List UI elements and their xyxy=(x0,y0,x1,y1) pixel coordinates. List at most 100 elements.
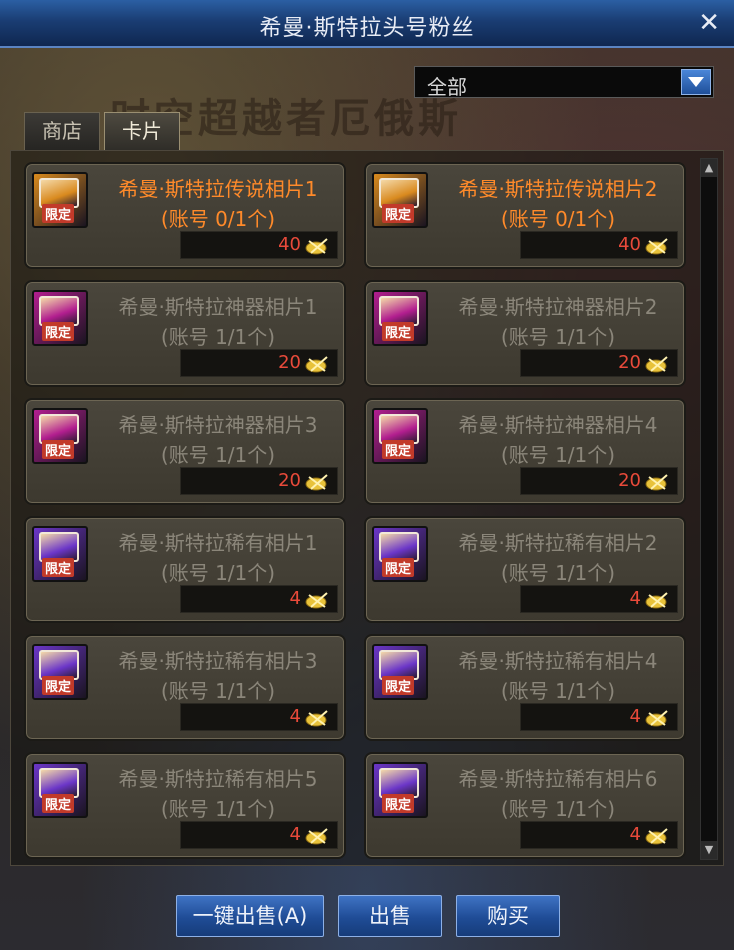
sell-button[interactable]: 出售 xyxy=(338,895,442,937)
item-purchase-limit: (账号 1/1个) xyxy=(500,325,616,349)
item-price: 4 xyxy=(289,588,301,609)
item-title: 希曼·斯特拉神器相片4 xyxy=(458,413,658,437)
item-purchase-limit: (账号 1/1个) xyxy=(500,561,616,585)
limited-badge: 限定 xyxy=(382,558,415,577)
item-price: 20 xyxy=(278,470,301,491)
item-price: 4 xyxy=(629,824,641,845)
shop-item-card[interactable]: 限定 希曼·斯特拉稀有相片3 (账号 1/1个) 4 xyxy=(24,634,346,741)
photo-card-icon: 限定 xyxy=(32,644,88,700)
item-title: 希曼·斯特拉稀有相片6 xyxy=(458,767,658,791)
item-price: 40 xyxy=(618,234,641,255)
item-price: 4 xyxy=(629,706,641,727)
item-name: 希曼·斯特拉神器相片4 (账号 1/1个) xyxy=(436,410,680,470)
limited-badge: 限定 xyxy=(42,440,75,459)
scroll-down-arrow-icon[interactable]: ▼ xyxy=(701,841,717,859)
tab-card[interactable]: 卡片 xyxy=(104,112,180,150)
limited-badge: 限定 xyxy=(382,440,415,459)
scrollbar[interactable]: ▲ ▼ xyxy=(700,158,718,860)
currency-coin-icon xyxy=(645,828,668,845)
photo-card-icon: 限定 xyxy=(372,526,428,582)
shop-item-card[interactable]: 限定 希曼·斯特拉稀有相片1 (账号 1/1个) 4 xyxy=(24,516,346,623)
limited-badge: 限定 xyxy=(382,204,415,223)
photo-card-icon: 限定 xyxy=(372,408,428,464)
item-purchase-limit: (账号 1/1个) xyxy=(500,679,616,703)
item-name: 希曼·斯特拉神器相片1 (账号 1/1个) xyxy=(96,292,340,352)
currency-coin-icon xyxy=(305,238,328,255)
item-purchase-limit: (账号 1/1个) xyxy=(160,797,276,821)
photo-card-icon: 限定 xyxy=(32,172,88,228)
shop-item-card[interactable]: 限定 希曼·斯特拉稀有相片5 (账号 1/1个) 4 xyxy=(24,752,346,859)
photo-card-icon: 限定 xyxy=(372,290,428,346)
item-price: 4 xyxy=(629,588,641,609)
buy-button[interactable]: 购买 xyxy=(456,895,560,937)
item-name: 希曼·斯特拉稀有相片6 (账号 1/1个) xyxy=(436,764,680,824)
scroll-up-arrow-icon[interactable]: ▲ xyxy=(701,159,717,177)
shop-item-card[interactable]: 限定 希曼·斯特拉传说相片2 (账号 0/1个) 40 xyxy=(364,162,686,269)
currency-coin-icon xyxy=(645,356,668,373)
limited-badge: 限定 xyxy=(42,558,75,577)
item-name: 希曼·斯特拉传说相片1 (账号 0/1个) xyxy=(96,174,340,234)
price-box: 4 xyxy=(520,703,678,731)
limited-badge: 限定 xyxy=(382,794,415,813)
close-icon[interactable]: ✕ xyxy=(698,8,720,38)
shop-item-card[interactable]: 限定 希曼·斯特拉神器相片4 (账号 1/1个) 20 xyxy=(364,398,686,505)
currency-coin-icon xyxy=(305,710,328,727)
item-purchase-limit: (账号 1/1个) xyxy=(500,797,616,821)
item-title: 希曼·斯特拉稀有相片3 xyxy=(118,649,318,673)
item-price: 20 xyxy=(618,352,641,373)
shop-item-card[interactable]: 限定 希曼·斯特拉神器相片1 (账号 1/1个) 20 xyxy=(24,280,346,387)
item-title: 希曼·斯特拉传说相片1 xyxy=(118,177,318,201)
limited-badge: 限定 xyxy=(42,322,75,341)
item-price: 4 xyxy=(289,706,301,727)
price-box: 40 xyxy=(180,231,338,259)
photo-card-icon: 限定 xyxy=(32,762,88,818)
tab-shop[interactable]: 商店 xyxy=(24,112,100,150)
price-box: 4 xyxy=(180,585,338,613)
shop-item-card[interactable]: 限定 希曼·斯特拉稀有相片4 (账号 1/1个) 4 xyxy=(364,634,686,741)
item-name: 希曼·斯特拉稀有相片5 (账号 1/1个) xyxy=(96,764,340,824)
currency-coin-icon xyxy=(305,474,328,491)
sell-all-button[interactable]: 一键出售(A) xyxy=(176,895,324,937)
item-purchase-limit: (账号 1/1个) xyxy=(500,443,616,467)
item-title: 希曼·斯特拉稀有相片1 xyxy=(118,531,318,555)
price-box: 20 xyxy=(520,467,678,495)
item-price: 4 xyxy=(289,824,301,845)
category-filter-dropdown[interactable]: 全部 xyxy=(414,66,714,99)
photo-card-icon: 限定 xyxy=(372,644,428,700)
limited-badge: 限定 xyxy=(42,676,75,695)
currency-coin-icon xyxy=(645,238,668,255)
shop-item-card[interactable]: 限定 希曼·斯特拉稀有相片2 (账号 1/1个) 4 xyxy=(364,516,686,623)
item-price: 20 xyxy=(278,352,301,373)
item-title: 希曼·斯特拉神器相片3 xyxy=(118,413,318,437)
currency-coin-icon xyxy=(305,828,328,845)
filter-selected-value: 全部 xyxy=(427,75,467,99)
shop-item-card[interactable]: 限定 希曼·斯特拉神器相片2 (账号 1/1个) 20 xyxy=(364,280,686,387)
item-purchase-limit: (账号 1/1个) xyxy=(160,325,276,349)
chevron-down-icon xyxy=(688,77,704,87)
price-box: 20 xyxy=(520,349,678,377)
limited-badge: 限定 xyxy=(42,794,75,813)
item-price: 20 xyxy=(618,470,641,491)
item-title: 希曼·斯特拉稀有相片2 xyxy=(458,531,658,555)
dropdown-arrow-button[interactable] xyxy=(681,69,711,95)
limited-badge: 限定 xyxy=(42,204,75,223)
photo-card-icon: 限定 xyxy=(372,172,428,228)
item-purchase-limit: (账号 1/1个) xyxy=(160,561,276,585)
shop-item-card[interactable]: 限定 希曼·斯特拉传说相片1 (账号 0/1个) 40 xyxy=(24,162,346,269)
shop-item-card[interactable]: 限定 希曼·斯特拉神器相片3 (账号 1/1个) 20 xyxy=(24,398,346,505)
item-title: 希曼·斯特拉神器相片1 xyxy=(118,295,318,319)
item-name: 希曼·斯特拉稀有相片4 (账号 1/1个) xyxy=(436,646,680,706)
photo-card-icon: 限定 xyxy=(32,290,88,346)
window-titlebar: 希曼·斯特拉头号粉丝 ✕ xyxy=(0,0,734,48)
shop-item-card[interactable]: 限定 希曼·斯特拉稀有相片6 (账号 1/1个) 4 xyxy=(364,752,686,859)
price-box: 4 xyxy=(180,821,338,849)
item-name: 希曼·斯特拉稀有相片3 (账号 1/1个) xyxy=(96,646,340,706)
item-title: 希曼·斯特拉传说相片2 xyxy=(458,177,658,201)
price-box: 20 xyxy=(180,349,338,377)
currency-coin-icon xyxy=(645,592,668,609)
window-title: 希曼·斯特拉头号粉丝 xyxy=(259,16,475,41)
currency-coin-icon xyxy=(305,592,328,609)
photo-card-icon: 限定 xyxy=(32,526,88,582)
item-purchase-limit: (账号 1/1个) xyxy=(160,443,276,467)
price-box: 20 xyxy=(180,467,338,495)
